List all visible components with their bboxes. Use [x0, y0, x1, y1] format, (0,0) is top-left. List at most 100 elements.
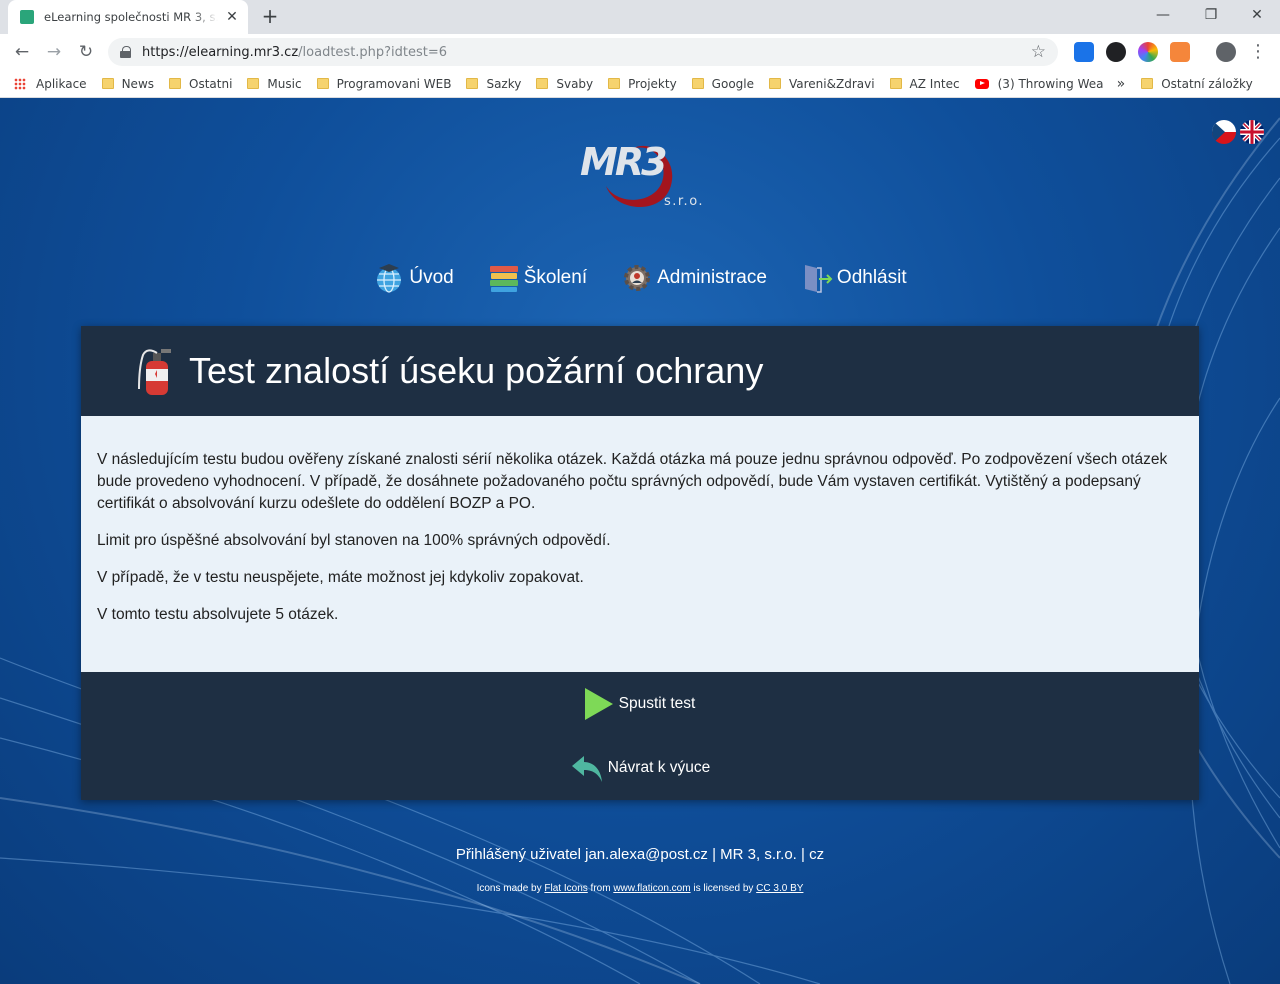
page-content: MR3 s.r.o. Úvod Školení Administrace Odh… — [0, 98, 1280, 984]
tab-close-icon[interactable]: ✕ — [224, 9, 240, 25]
folder-icon — [1141, 78, 1154, 89]
restore-button[interactable]: ❐ — [1188, 0, 1234, 30]
credit-site-link[interactable]: www.flaticon.com — [613, 883, 690, 894]
nav-item-administrace[interactable]: Administrace — [621, 262, 767, 294]
test-card: Test znalostí úseku požární ochrany V ná… — [81, 326, 1199, 800]
bookmark-label: Sazky — [486, 76, 522, 91]
credit-from: from — [590, 883, 611, 894]
bookmark-vareni[interactable]: Vareni&Zdravi — [769, 77, 875, 91]
nav-item-uvod[interactable]: Úvod — [373, 262, 454, 294]
profile-avatar-icon[interactable] — [1216, 42, 1236, 62]
extension-color-picker-icon[interactable] — [1138, 42, 1158, 62]
other-bookmarks[interactable]: Ostatní záložky — [1141, 76, 1253, 91]
bookmark-projekty[interactable]: Projekty — [608, 77, 677, 91]
url-path: /loadtest.php?idtest=6 — [298, 44, 448, 60]
bookmark-google[interactable]: Google — [691, 76, 754, 91]
bookmarks-bar: Aplikace News Ostatni Music Programovani… — [0, 70, 1280, 98]
bookmark-label: News — [121, 76, 155, 91]
nav-item-label: Školení — [523, 267, 588, 288]
bookmarks-overflow-button[interactable]: » — [1117, 76, 1126, 92]
folder-icon — [889, 78, 902, 89]
browser-tab[interactable]: eLearning společnosti MR 3, s.r.o. ✕ — [8, 0, 248, 34]
bookmark-programovani[interactable]: Programovani WEB — [316, 76, 452, 91]
extension-mail-icon[interactable] — [1170, 42, 1190, 62]
back-button[interactable]: ← — [10, 40, 34, 64]
bookmark-star-icon[interactable]: ☆ — [1031, 42, 1046, 62]
logout-door-icon — [804, 265, 833, 293]
close-window-button[interactable]: ✕ — [1234, 0, 1280, 30]
bookmark-apps[interactable]: Aplikace — [14, 77, 87, 91]
bookmark-svaby[interactable]: Svaby — [536, 77, 593, 91]
credit-license-link[interactable]: CC 3.0 BY — [756, 883, 803, 894]
tab-title: eLearning společnosti MR 3, s.r.o. — [44, 10, 218, 24]
browser-menu-icon[interactable]: ⋮ — [1246, 40, 1270, 64]
bookmark-label: Ostatní záložky — [1161, 76, 1253, 91]
reload-button[interactable]: ↻ — [74, 40, 98, 64]
bookmark-label: Ostatni — [189, 76, 233, 91]
limit-paragraph: Limit pro úspěšné absolvování byl stanov… — [97, 532, 611, 549]
bookmark-az-intec[interactable]: AZ Intec — [889, 76, 960, 91]
folder-icon — [608, 78, 621, 89]
folder-icon — [769, 78, 781, 89]
mr3-logo[interactable]: MR3 s.r.o. — [576, 134, 711, 214]
folder-icon — [169, 78, 182, 89]
test-description: V následujícím testu budou ověřeny získa… — [81, 416, 1199, 672]
bookmark-label: AZ Intec — [909, 76, 960, 91]
logo-subtitle: s.r.o. — [664, 194, 705, 209]
url-host: https://elearning.mr3.cz — [142, 44, 299, 60]
lock-icon[interactable] — [120, 46, 131, 58]
credit-author-link[interactable]: Flat Icons — [544, 883, 587, 894]
extension-yammer-icon[interactable] — [1074, 42, 1094, 62]
bookmark-label: Google — [711, 76, 754, 91]
start-test-button[interactable]: Spustit test — [81, 687, 1199, 721]
reply-arrow-icon — [571, 756, 602, 782]
retry-paragraph: V případě, že v testu neuspějete, máte m… — [97, 569, 584, 586]
apps-grid-icon — [14, 77, 26, 90]
nav-item-skoleni[interactable]: Školení — [488, 262, 587, 294]
address-bar[interactable]: https://elearning.mr3.cz/loadtest.php?id… — [108, 38, 1058, 66]
new-tab-button[interactable]: + — [258, 4, 282, 28]
bookmark-news[interactable]: News — [101, 76, 155, 91]
bookmark-label: Programovani WEB — [336, 76, 452, 91]
folder-icon — [316, 78, 329, 89]
logo-text: MR3 — [580, 140, 667, 184]
nav-item-label: Úvod — [409, 267, 454, 288]
gear-icon — [624, 265, 651, 291]
bookmark-label: (3) Throwing Weapor — [997, 76, 1103, 91]
books-icon — [489, 266, 518, 292]
czech-flag-icon[interactable] — [1212, 120, 1236, 144]
question-count-paragraph: V tomto testu absolvujete 5 otázek. — [97, 606, 339, 623]
fire-extinguisher-icon — [138, 349, 171, 395]
bookmark-label: Aplikace — [36, 76, 87, 91]
folder-icon — [691, 78, 704, 89]
minimize-button[interactable]: — — [1140, 0, 1186, 30]
bookmark-music[interactable]: Music — [247, 77, 302, 91]
folder-icon — [101, 78, 114, 89]
bookmark-label: Svaby — [556, 76, 594, 91]
forward-button[interactable]: → — [42, 40, 66, 64]
folder-icon — [466, 78, 479, 89]
bookmark-youtube[interactable]: (3) Throwing Weapor — [974, 76, 1103, 91]
footer-credits: Icons made by Flat Icons from www.flatic… — [0, 883, 1280, 894]
browser-tab-strip: eLearning společnosti MR 3, s.r.o. ✕ + —… — [0, 0, 1280, 34]
start-test-label: Spustit test — [618, 695, 696, 712]
bookmark-sazky[interactable]: Sazky — [466, 77, 521, 91]
url-text: https://elearning.mr3.cz/loadtest.php?id… — [142, 45, 1031, 60]
folder-icon — [247, 78, 260, 89]
test-actions: Spustit test Návrat k výuce — [81, 672, 1199, 800]
nav-item-label: Administrace — [657, 267, 767, 288]
play-icon — [584, 688, 613, 720]
credit-prefix: Icons made by — [476, 883, 542, 894]
back-to-course-button[interactable]: Návrat k výuce — [81, 752, 1199, 784]
bookmark-ostatni[interactable]: Ostatni — [169, 77, 232, 91]
youtube-icon — [974, 78, 989, 89]
extension-binoculars-icon[interactable] — [1106, 42, 1126, 62]
globe-icon — [377, 264, 402, 293]
description-paragraph: V následujícím testu budou ověřeny získa… — [97, 451, 1168, 512]
language-switcher — [1212, 120, 1264, 144]
bookmark-label: Projekty — [628, 76, 677, 91]
test-card-header: Test znalostí úseku požární ochrany — [81, 326, 1199, 416]
nav-item-odhlasit[interactable]: Odhlásit — [801, 262, 907, 294]
credit-licensed: is licensed by — [693, 883, 754, 894]
uk-flag-icon[interactable] — [1240, 120, 1264, 144]
